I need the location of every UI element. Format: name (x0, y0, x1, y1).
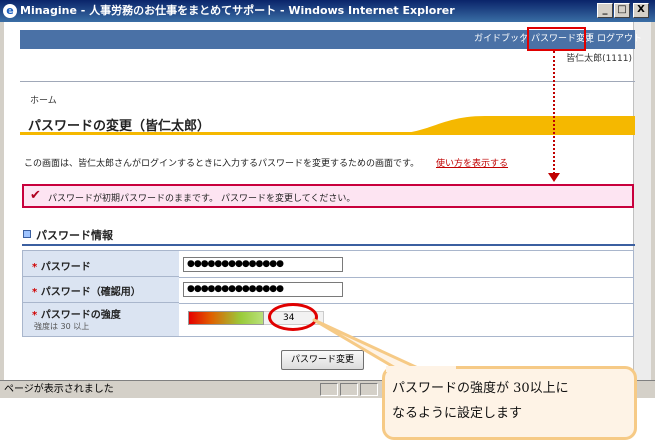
required-mark: * (32, 310, 38, 321)
title-accent-wave (390, 116, 635, 134)
strength-label-text: パスワードの強度 (40, 310, 121, 321)
strength-highlight-circle (268, 303, 318, 331)
breadcrumb[interactable]: ホーム (30, 93, 57, 106)
intro-text: この画面は、皆仁太郎さんがログインするときに入力するパスワードを変更するための画… (24, 159, 420, 169)
nav-separator: | (589, 34, 593, 44)
check-icon: ✔ (30, 188, 41, 203)
row-divider (179, 277, 633, 278)
ie-icon: e (3, 4, 17, 18)
window-frame-left (0, 22, 4, 382)
callout-join (386, 366, 456, 372)
password-input[interactable]: ●●●●●●●●●●●●●● (183, 257, 343, 272)
required-mark: * (32, 287, 38, 298)
status-text: ページが表示されました (4, 384, 114, 395)
callout-line-2: なるように設定します (392, 406, 523, 421)
status-pane (360, 383, 378, 396)
required-mark: * (32, 262, 38, 273)
section-underline (22, 244, 635, 246)
confirm-label-text: パスワード（確認用） (40, 287, 141, 298)
window-titlebar: Minagine - 人事労務のお仕事をまとめてサポート - Windows I… (0, 0, 655, 22)
maximize-button[interactable]: □ (614, 3, 630, 18)
nav-guidebook-link[interactable]: ガイドブック (474, 30, 528, 49)
row-divider (179, 303, 633, 304)
annotation-arrow-head (548, 173, 560, 182)
close-button[interactable]: X (633, 3, 649, 18)
strength-hint: 強度は 30 以上 (34, 322, 90, 331)
section-grid-icon (23, 230, 31, 238)
show-usage-link[interactable]: 使い方を表示する (436, 156, 508, 169)
password-label-text: パスワード (40, 262, 91, 273)
callout-pointer (312, 318, 422, 371)
minimize-button[interactable]: _ (597, 3, 613, 18)
confirm-label: * パスワード（確認用） (32, 283, 141, 298)
vertical-scrollbar[interactable] (633, 22, 651, 380)
callout-line-1: パスワードの強度が 30以上に (392, 381, 569, 396)
window-title: Minagine - 人事労務のお仕事をまとめてサポート - Windows I… (20, 4, 455, 17)
password-confirm-input[interactable]: ●●●●●●●●●●●●●● (183, 282, 343, 297)
window-frame-right (651, 22, 655, 382)
section-title: パスワード情報 (36, 229, 113, 242)
annotation-arrow-line (553, 51, 555, 178)
password-label: * パスワード (32, 258, 91, 273)
strength-meter-fill (188, 311, 264, 325)
status-pane (340, 383, 358, 396)
status-pane (320, 383, 338, 396)
nav-highlight-box (527, 27, 586, 51)
header-divider (20, 81, 635, 82)
nav-logout-link[interactable]: ログアウト (597, 30, 642, 49)
alert-message: パスワードが初期パスワードのままです。 パスワードを変更してください。 (48, 194, 356, 204)
strength-label: * パスワードの強度 (32, 306, 121, 321)
nav-separator: | (522, 34, 526, 44)
